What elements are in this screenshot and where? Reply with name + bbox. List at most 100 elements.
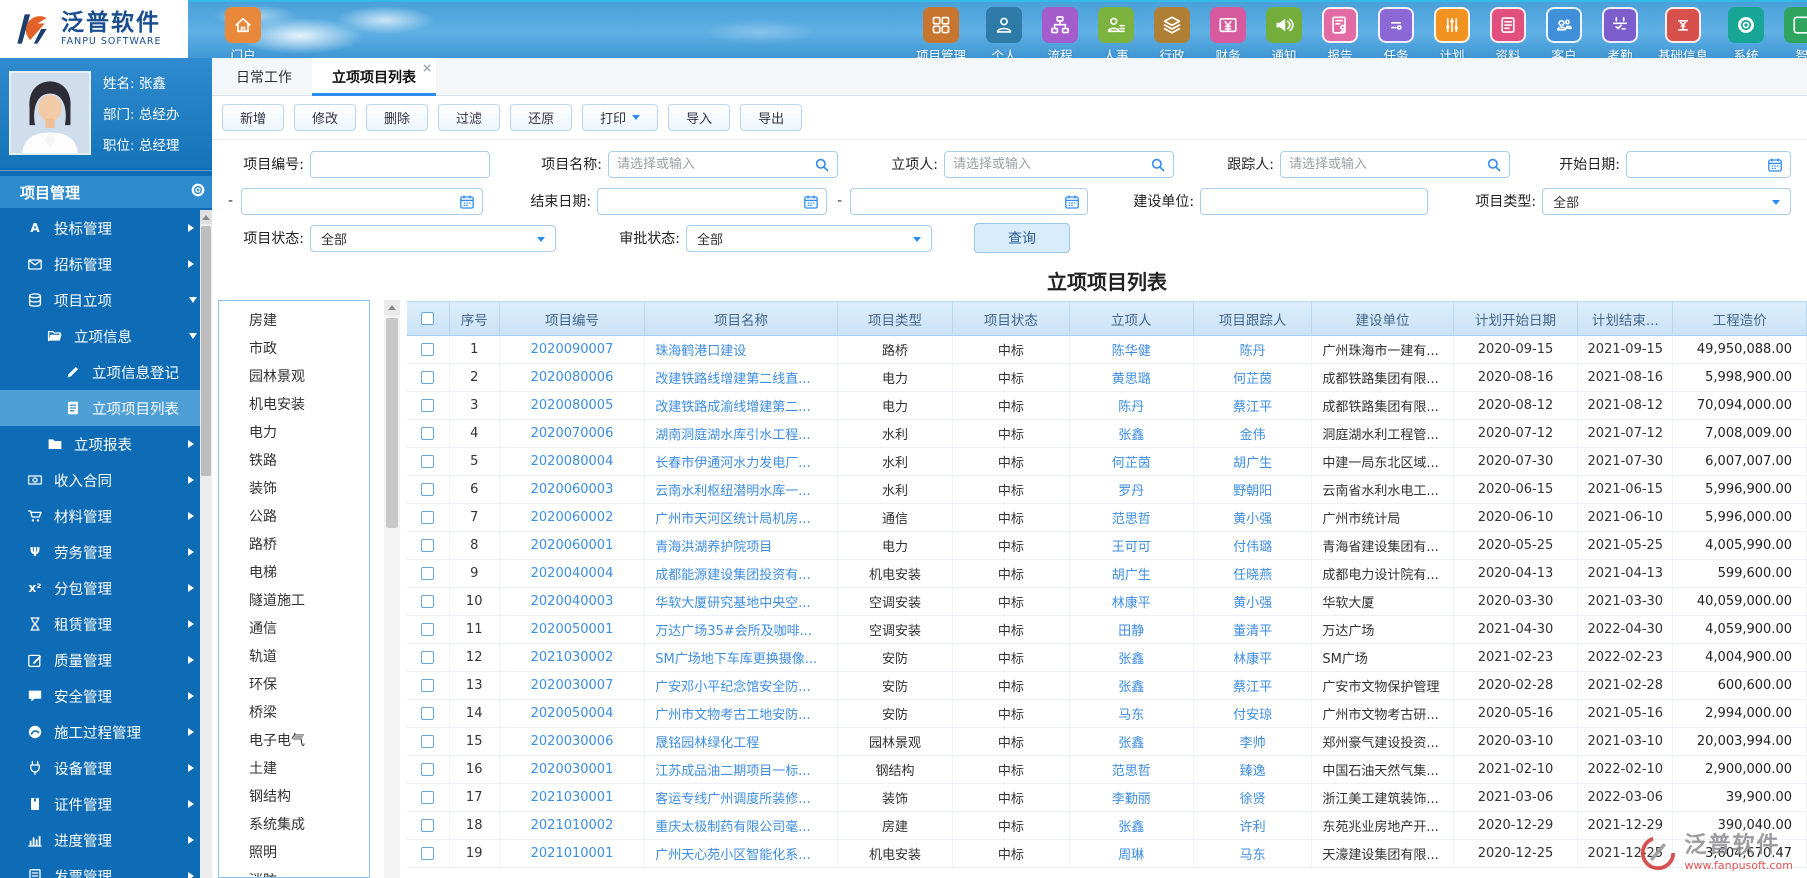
sidebar-item-进度管理[interactable]: 进度管理 [0, 822, 212, 858]
cell-tracker[interactable]: 黄小强 [1193, 503, 1313, 532]
cell-tracker[interactable]: 野朝阳 [1193, 475, 1313, 504]
sidebar-settings-gear-icon[interactable] [190, 182, 206, 202]
creator-input[interactable] [945, 151, 1173, 177]
cell-name[interactable]: 改建铁路成渝线增建第二... [644, 391, 838, 420]
company-input[interactable] [1200, 187, 1429, 215]
category-item-环保[interactable]: 环保 [219, 671, 369, 699]
row-checkbox[interactable] [421, 511, 435, 524]
nav-item-yen-note[interactable]: 财务 [1210, 7, 1247, 64]
cell-name[interactable]: 广安邓小平纪念馆安全防... [644, 671, 838, 700]
sidebar-item-立项信息登记[interactable]: 立项信息登记 [0, 354, 212, 390]
cell-tracker[interactable]: 李帅 [1193, 727, 1313, 756]
row-checkbox[interactable] [421, 539, 435, 552]
cell-person[interactable]: 黄思璐 [1069, 363, 1194, 392]
row-checkbox[interactable] [421, 847, 435, 860]
cell-tracker[interactable]: 任晓燕 [1193, 559, 1313, 588]
category-item-园林景观[interactable]: 园林景观 [219, 363, 369, 391]
table-row[interactable]: 18 2021010002 重庆太极制药有限公司毫... 房建 中标 张鑫 许利 东苑兆业房地… [407, 811, 1807, 840]
toolbar-button-print[interactable]: 打印 [582, 104, 659, 131]
cell-code[interactable]: 2020080005 [499, 391, 646, 420]
row-checkbox[interactable] [421, 791, 435, 804]
cell-person[interactable]: 王可可 [1069, 531, 1194, 560]
nav-item-layers[interactable]: 行政 [1154, 7, 1191, 64]
toolbar-button-import[interactable]: 导入 [668, 104, 731, 131]
table-row[interactable]: 14 2020050004 广州市文物考古工地安防... 安防 中标 马东 付安琼 广州市文物… [407, 699, 1807, 728]
toolbar-button-删除[interactable]: 删除 [366, 104, 429, 131]
calendar-icon[interactable] [1767, 157, 1783, 173]
cell-name[interactable]: 湖南洞庭湖水库引水工程... [644, 419, 838, 448]
sidebar-item-立项报表[interactable]: 立项报表 [0, 426, 212, 462]
nav-item-flow[interactable]: 流程 [1042, 7, 1079, 64]
project-status-select[interactable]: 全部 [310, 224, 556, 252]
category-item-电梯[interactable]: 电梯 [219, 559, 369, 587]
category-item-机电安装[interactable]: 机电安装 [219, 391, 369, 419]
cell-code[interactable]: 2020060002 [499, 503, 646, 532]
row-checkbox[interactable] [421, 623, 435, 636]
row-checkbox[interactable] [421, 735, 435, 748]
category-item-房建[interactable]: 房建 [219, 307, 369, 335]
column-header-计划结束...[interactable]: 计划结束... [1577, 301, 1674, 336]
category-item-消防[interactable]: 消防 [219, 867, 369, 877]
cell-name[interactable]: 晟铭园林绿化工程 [644, 727, 838, 756]
cell-tracker[interactable]: 林康平 [1193, 643, 1313, 672]
table-row[interactable]: 1 2020090007 珠海鹤港口建设 路桥 中标 陈华健 陈丹 广州珠海市一建有... 20… [407, 335, 1807, 364]
cell-tracker[interactable]: 董清平 [1193, 615, 1313, 644]
nav-item-task[interactable]: 任务 [1378, 7, 1415, 64]
tab-daily-work[interactable]: 日常工作 [216, 58, 312, 95]
table-scrollbar[interactable] [384, 300, 400, 878]
table-row[interactable]: 17 2021030001 客运专线广州调度所装修... 装饰 中标 李勤丽 徐贤 浙江美工建… [407, 783, 1807, 812]
cell-name[interactable]: 长春市伊通河水力发电厂... [644, 447, 838, 476]
table-row[interactable]: 9 2020040004 成都能源建设集团投资有... 机电安装 中标 胡广生 任晓燕 成都电… [407, 559, 1807, 588]
scrollbar-thumb[interactable] [386, 318, 398, 528]
project-type-select[interactable]: 全部 [1542, 187, 1791, 215]
cell-code[interactable]: 2020030007 [499, 671, 646, 700]
cell-tracker[interactable]: 何芷茵 [1193, 363, 1313, 392]
cell-person[interactable]: 张鑫 [1069, 419, 1194, 448]
category-item-系统集成[interactable]: 系统集成 [219, 811, 369, 839]
cell-tracker[interactable]: 付伟璐 [1193, 531, 1313, 560]
sidebar-item-材料管理[interactable]: 材料管理 [0, 498, 212, 534]
search-icon[interactable] [1486, 157, 1502, 173]
cell-code[interactable]: 2020080006 [499, 363, 646, 392]
cell-tracker[interactable]: 马东 [1193, 839, 1313, 868]
cell-code[interactable]: 2021030001 [499, 783, 646, 812]
table-row[interactable]: 19 2021010001 广州天心苑小区智能化系... 机电安装 中标 周琳 马东 天濠建设… [407, 839, 1807, 868]
column-header-项目名称[interactable]: 项目名称 [644, 301, 838, 336]
cell-name[interactable]: 华软大厦研究基地中央空... [644, 587, 838, 616]
project-name-input[interactable] [609, 151, 837, 177]
cell-code[interactable]: 2020050001 [499, 615, 646, 644]
table-row[interactable]: 5 2020080004 长春市伊通河水力发电厂... 水利 中标 何芷茵 胡广生 中建一局东… [407, 447, 1807, 476]
cell-name[interactable]: SM广场地下车库更换摄像... [644, 643, 838, 672]
nav-item-speaker[interactable]: 通知 [1266, 7, 1303, 64]
nav-item-hr-person[interactable]: 人事 [1098, 7, 1135, 64]
cell-code[interactable]: 2020090007 [499, 335, 646, 364]
cell-name[interactable]: 广州市天河区统计局机房... [644, 503, 838, 532]
cell-tracker[interactable]: 臻逸 [1193, 755, 1313, 784]
category-item-照明[interactable]: 照明 [219, 839, 369, 867]
category-item-电子电气[interactable]: 电子电气 [219, 727, 369, 755]
start-date-to-input[interactable] [241, 187, 484, 215]
nav-item-calendar[interactable]: 考勤 [1602, 7, 1639, 64]
select-all-checkbox[interactable] [421, 312, 435, 325]
row-checkbox[interactable] [421, 763, 435, 776]
cell-person[interactable]: 张鑫 [1069, 811, 1194, 840]
category-item-公路[interactable]: 公路 [219, 503, 369, 531]
row-checkbox[interactable] [421, 595, 435, 608]
nav-item-grid[interactable]: 项目管理 [916, 7, 966, 64]
cell-person[interactable]: 马东 [1069, 699, 1194, 728]
nav-item-report[interactable]: 报告 [1322, 7, 1359, 64]
row-checkbox[interactable] [421, 455, 435, 468]
table-row[interactable]: 15 2020030006 晟铭园林绿化工程 园林景观 中标 张鑫 李帅 郑州豪气建设投资..… [407, 727, 1807, 756]
nav-item-partial[interactable]: 智 [1784, 7, 1807, 64]
sidebar-item-租赁管理[interactable]: 租赁管理 [0, 606, 212, 642]
nav-item-portal[interactable]: 门户 [225, 7, 261, 64]
cell-name[interactable]: 青海洪湖养护院项目 [644, 531, 838, 560]
cell-code[interactable]: 2020060003 [499, 475, 646, 504]
cell-person[interactable]: 张鑫 [1069, 671, 1194, 700]
toolbar-button-新增[interactable]: 新增 [222, 104, 285, 131]
row-checkbox[interactable] [421, 679, 435, 692]
column-header-工程造价[interactable]: 工程造价 [1672, 301, 1807, 336]
cell-code[interactable]: 2020050004 [499, 699, 646, 728]
table-row[interactable]: 7 2020060002 广州市天河区统计局机房... 通信 中标 范思哲 黄小强 广州市统计… [407, 503, 1807, 532]
cell-tracker[interactable]: 黄小强 [1193, 587, 1313, 616]
